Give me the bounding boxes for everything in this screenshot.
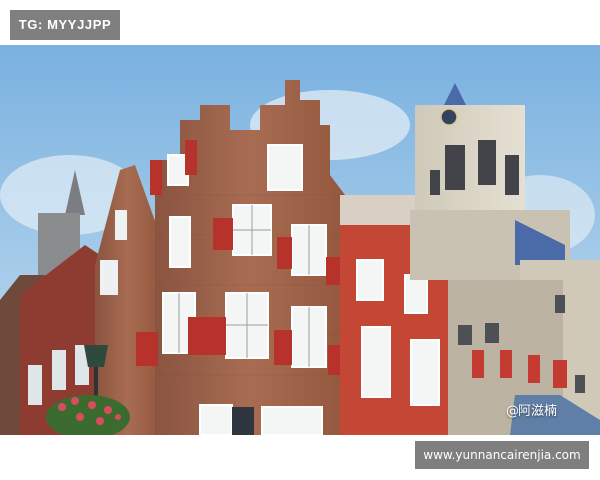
- clock-face: [440, 108, 458, 126]
- site-url-watermark: www.yunnancairenjia.com: [415, 441, 589, 469]
- street-photo: [0, 45, 600, 435]
- author-watermark: 阿滋楠: [518, 404, 558, 419]
- street-lamp: [84, 345, 108, 367]
- street-photo-drawing: [0, 45, 600, 435]
- top-watermark-tag: TG: MYYJJPP: [10, 10, 120, 40]
- storefront-sign: [232, 407, 254, 435]
